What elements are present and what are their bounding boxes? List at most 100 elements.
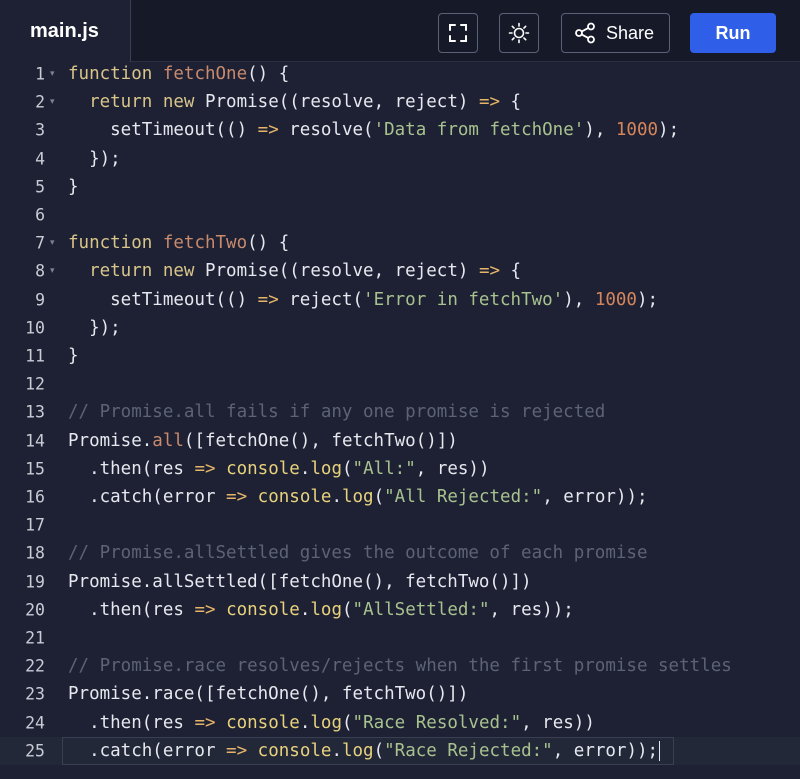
number-token: 1000: [615, 120, 659, 141]
code-line[interactable]: 2 ▾ return new Promise((resolve, reject) …: [0, 88, 800, 116]
code-line[interactable]: 19 Promise.allSettled([fetchOne(), fetchT…: [0, 568, 800, 596]
code-text: setTimeout(() => reject('Error in fetchT…: [60, 290, 658, 310]
string-token: "Race Rejected:": [384, 740, 553, 761]
code-token: () {: [247, 64, 290, 85]
code-token: {: [500, 261, 522, 282]
fold-arrow-icon[interactable]: ▾: [50, 238, 55, 248]
code-line[interactable]: 5}: [0, 173, 800, 201]
code-token: .catch(error: [68, 740, 227, 761]
code-line[interactable]: 16 .catch(error => console.log("All Reje…: [0, 483, 800, 511]
code-line[interactable]: 8 ▾ return new Promise((resolve, reject) …: [0, 257, 800, 285]
console-token: log: [310, 712, 342, 733]
console-token: log: [310, 458, 342, 479]
code-token: () {: [247, 233, 290, 254]
code-token: setTimeout((): [68, 289, 258, 310]
console-token: console: [226, 599, 300, 620]
code-line[interactable]: 18 // Promise.allSettled gives the outcom…: [0, 539, 800, 567]
code-line[interactable]: 23 Promise.race([fetchOne(), fetchTwo()]): [0, 680, 800, 708]
code-line[interactable]: 10 });: [0, 314, 800, 342]
code-editor-area[interactable]: 1 ▾ function fetchOne() {2 ▾ return new Pro…: [0, 62, 800, 779]
file-tab-main-js[interactable]: main.js: [0, 0, 131, 62]
keyword-token: new: [162, 92, 195, 113]
line-number: 9: [35, 290, 45, 310]
code-line[interactable]: 6: [0, 201, 800, 229]
line-number: 20: [25, 600, 45, 620]
code-line[interactable]: 25 .catch(error => console.log("Race Rej…: [0, 736, 800, 765]
code-token: Promise.: [68, 430, 153, 451]
code-line[interactable]: 13 // Promise.all fails if any one promis…: [0, 398, 800, 426]
share-button[interactable]: Share: [561, 13, 670, 53]
code-token: );: [636, 289, 659, 310]
fold-arrow-icon[interactable]: ▾: [50, 69, 55, 79]
code-token: ),: [584, 120, 616, 141]
code-text: .then(res => console.log("All:", res)): [60, 458, 490, 479]
code-line[interactable]: 7 ▾ function fetchTwo() {: [0, 229, 800, 257]
comment-token: // Promise.all fails if any one promise …: [68, 402, 606, 423]
line-number: 22: [25, 656, 45, 676]
line-number: 12: [25, 374, 45, 394]
function-name-token: fetchTwo: [162, 233, 248, 254]
line-gutter: 11: [0, 342, 60, 370]
code-text: });: [60, 149, 121, 169]
code-text: return new Promise((resolve, reject) => …: [60, 92, 521, 112]
code-line[interactable]: 4 });: [0, 145, 800, 173]
line-gutter: 19: [0, 568, 60, 596]
arrow-token: =>: [478, 92, 501, 113]
share-label: Share: [606, 22, 655, 43]
console-token: console: [257, 487, 332, 508]
code-line[interactable]: 12: [0, 370, 800, 398]
theme-toggle-button[interactable]: [499, 13, 539, 53]
string-token: 'Data from fetchOne': [373, 120, 585, 141]
function-name-token: fetchOne: [162, 64, 248, 85]
code-line[interactable]: 9 setTimeout(() => reject('Error in fetc…: [0, 286, 800, 314]
arrow-token: =>: [257, 120, 279, 141]
code-text: .then(res => console.log("Race Resolved:…: [60, 713, 595, 733]
code-line[interactable]: 11}: [0, 342, 800, 370]
code-line[interactable]: 15 .then(res => console.log("All:", res)…: [0, 455, 800, 483]
code-token: (: [341, 712, 353, 733]
code-token: ([fetchOne(), fetchTwo()]): [183, 430, 458, 451]
line-gutter: 8 ▾: [0, 257, 60, 285]
code-line[interactable]: 1 ▾ function fetchOne() {: [0, 62, 800, 88]
code-line[interactable]: 3 setTimeout(() => resolve('Data from fe…: [0, 116, 800, 144]
code-token: Promise.allSettled([fetchOne(), fetchTwo…: [68, 571, 532, 592]
code-token: .: [299, 712, 311, 733]
code-token: , error));: [542, 487, 648, 508]
line-number: 4: [35, 149, 45, 169]
code-token: Promise.race([fetchOne(), fetchTwo()]): [68, 684, 469, 705]
keyword-token: return: [89, 92, 153, 113]
line-number: 5: [35, 177, 45, 197]
arrow-token: =>: [257, 289, 279, 310]
fold-arrow-icon[interactable]: ▾: [50, 266, 55, 276]
code-line[interactable]: 17: [0, 511, 800, 539]
code-text: });: [60, 318, 121, 338]
line-number: 18: [25, 543, 45, 563]
code-text: .catch(error => console.log("All Rejecte…: [60, 487, 648, 508]
text-cursor: [659, 740, 661, 761]
line-gutter: 18: [0, 539, 60, 567]
line-gutter: 25: [0, 737, 60, 765]
run-button[interactable]: Run: [690, 13, 776, 53]
string-token: "All:": [352, 458, 416, 479]
keyword-token: function: [68, 233, 153, 254]
code-line[interactable]: 20 .then(res => console.log("AllSettled:…: [0, 596, 800, 624]
code-token: {: [500, 92, 522, 113]
code-line[interactable]: 21: [0, 624, 800, 652]
fold-arrow-icon[interactable]: ▾: [50, 97, 55, 107]
line-number: 2: [35, 92, 45, 112]
file-tab-label: main.js: [30, 19, 99, 42]
code-line[interactable]: 22 // Promise.race resolves/rejects when …: [0, 652, 800, 680]
code-line[interactable]: 14 Promise.all([fetchOne(), fetchTwo()]): [0, 427, 800, 455]
line-gutter: 2 ▾: [0, 88, 60, 116]
code-line[interactable]: 24 .then(res => console.log("Race Resolv…: [0, 709, 800, 737]
code-token: , res)): [415, 458, 490, 479]
console-token: console: [226, 712, 300, 733]
fullscreen-button[interactable]: [438, 13, 478, 53]
